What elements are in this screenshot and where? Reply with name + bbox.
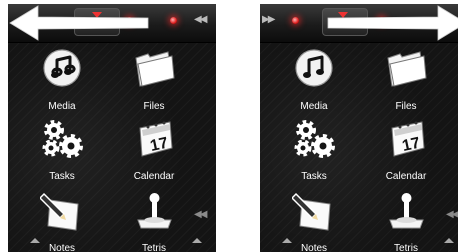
app-label: Tetris — [142, 243, 166, 252]
app-label: Tasks — [49, 171, 75, 182]
app-files[interactable]: Files — [118, 48, 190, 112]
pencil-notepad-icon — [292, 192, 331, 231]
svg-text:17: 17 — [149, 135, 170, 155]
scroll-up-marker-icon — [30, 238, 40, 243]
app-label: Notes — [48, 243, 76, 252]
folder-icon — [387, 51, 427, 87]
swipe-right-arrow-icon[interactable] — [260, 4, 458, 42]
app-label: Tetris — [394, 243, 418, 252]
joystick-icon — [137, 193, 172, 229]
joystick-icon — [389, 193, 424, 229]
scroll-up-marker-icon — [282, 238, 292, 243]
app-tetris[interactable]: Tetris — [118, 190, 190, 252]
phone-screen-left: ◀◀ Media Files Tasks 17 Calendar Notes T… — [8, 4, 216, 252]
app-calendar[interactable]: 17 Calendar — [118, 118, 190, 182]
app-tasks[interactable]: Tasks — [278, 118, 350, 182]
phone-screen-right: ▶▶ Media Files Tasks 17 Calendar Notes T… — [260, 4, 458, 252]
music-note-icon — [295, 49, 333, 87]
app-media[interactable]: Media — [26, 48, 98, 112]
swipe-left-arrow-icon[interactable] — [8, 4, 216, 42]
app-label: Files — [143, 101, 165, 112]
app-label: Notes — [300, 243, 328, 252]
scroll-up-marker-icon — [192, 238, 202, 243]
app-calendar[interactable]: 17 Calendar — [370, 118, 442, 182]
app-label: Tasks — [301, 171, 327, 182]
app-label: Media — [300, 101, 328, 112]
chevron-left-icon: ◀◀ — [446, 209, 458, 220]
app-tetris[interactable]: Tetris — [370, 190, 442, 252]
app-label: Files — [395, 101, 417, 112]
app-files[interactable]: Files — [370, 48, 442, 112]
app-media[interactable]: Media — [278, 48, 350, 112]
svg-text:17: 17 — [401, 135, 422, 155]
gears-icon — [42, 120, 83, 158]
scroll-up-marker-icon — [444, 238, 454, 243]
app-tasks[interactable]: Tasks — [26, 118, 98, 182]
app-label: Calendar — [385, 171, 427, 182]
music-note-icon — [43, 49, 81, 87]
app-label: Media — [48, 101, 76, 112]
calendar-icon: 17 — [391, 121, 425, 157]
gears-icon — [294, 120, 335, 158]
folder-icon — [135, 51, 175, 87]
app-label: Calendar — [133, 171, 175, 182]
pencil-notepad-icon — [40, 192, 79, 231]
chevron-left-icon: ◀◀ — [194, 209, 207, 220]
calendar-icon: 17 — [139, 121, 173, 157]
